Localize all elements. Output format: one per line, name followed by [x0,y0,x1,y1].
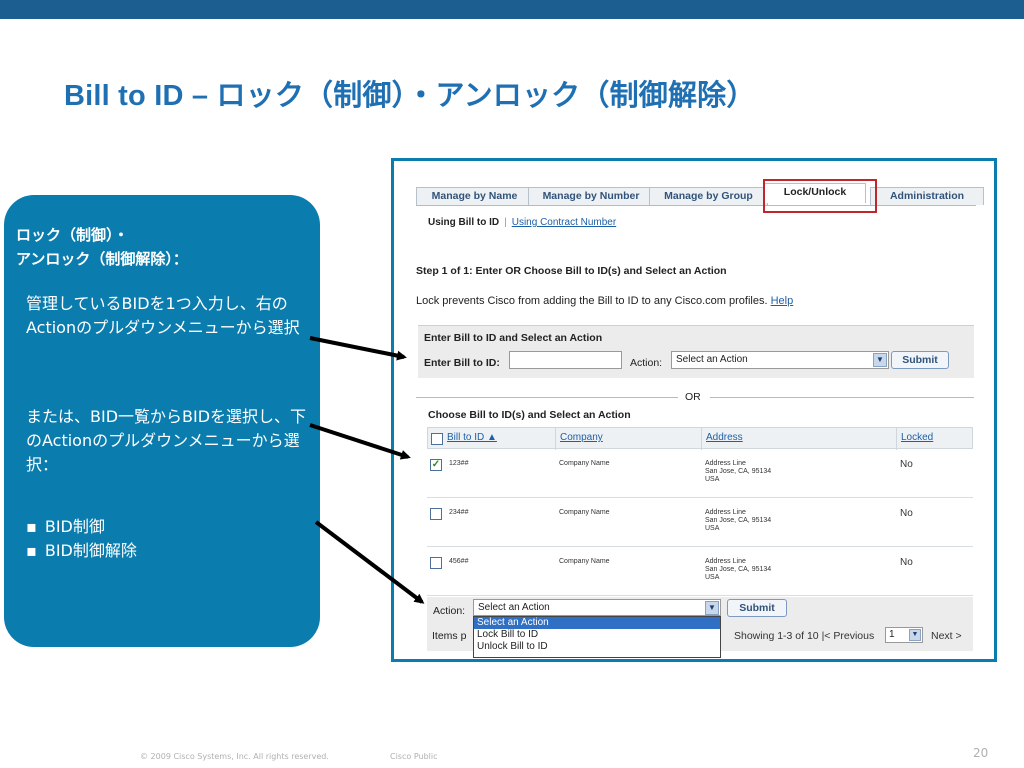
arrow-to-bid-input [309,336,407,361]
page-number: 20 [973,746,989,760]
arrow-to-row-checkbox [309,423,411,460]
arrow-to-bottom-action [314,520,425,604]
footer-copyright: © 2009 Cisco Systems, Inc. All rights re… [140,752,329,761]
callout-arrows [309,336,425,604]
footer-classification: Cisco Public [390,752,438,761]
